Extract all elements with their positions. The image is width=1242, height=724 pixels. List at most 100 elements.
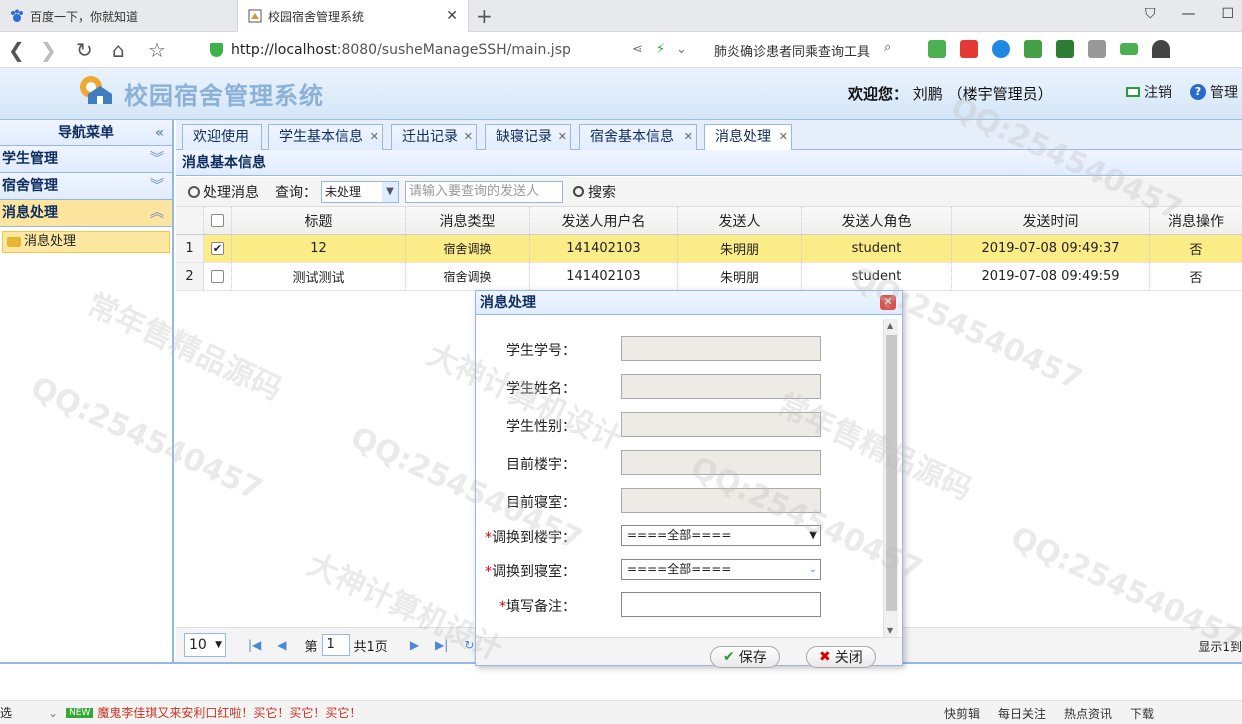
search-icon[interactable] [992, 40, 1010, 58]
select-all-checkbox[interactable] [211, 214, 224, 227]
close-icon[interactable]: ✕ [558, 125, 567, 149]
first-page-icon[interactable]: |◀ [248, 638, 261, 652]
search-button[interactable]: 搜索 [573, 182, 616, 202]
student-id-field [621, 336, 821, 361]
handle-message-button[interactable]: 处理消息 [188, 182, 259, 202]
maximize-icon[interactable]: ☐ [1221, 6, 1234, 22]
scroll-up-icon[interactable]: ▲ [887, 321, 893, 330]
close-icon[interactable]: ✕ [464, 125, 473, 149]
lightning-icon[interactable]: ⚡ [656, 42, 665, 57]
note-input[interactable] [621, 592, 821, 617]
main-tabs: 欢迎使用 学生基本信息 ✕ 迁出记录 ✕ 缺寝记录 ✕ 宿舍基本信息 ✕ 消息处理 ✕ [176, 120, 1242, 151]
dialog-scrollbar[interactable]: ▲ ▼ [883, 319, 898, 637]
row-number: 2 [176, 263, 204, 290]
status-item-news[interactable]: 热点资讯 [1064, 705, 1112, 722]
column-header[interactable]: 发送人 [678, 207, 802, 234]
close-button[interactable]: ✖ 关闭 [806, 646, 876, 668]
column-header[interactable]: 消息操作 [1150, 207, 1242, 234]
manage-button[interactable]: ? 管理 [1190, 82, 1238, 102]
target-building-select[interactable]: ====全部==== ▼ [621, 525, 821, 546]
new-tab-icon[interactable]: + [476, 4, 493, 28]
cross-icon: ✖ [819, 649, 831, 665]
apps-icon[interactable] [1088, 40, 1106, 58]
chevron-down-icon: ⌄ [808, 564, 817, 575]
extension-icon[interactable] [928, 40, 946, 58]
tab-dorm-info[interactable]: 宿舍基本信息 ✕ [579, 124, 697, 150]
prev-page-icon[interactable]: ◀ [277, 638, 286, 652]
collapse-icon[interactable]: « [155, 120, 164, 146]
page-size-select[interactable]: 10 ▼ [184, 633, 226, 657]
browser-status-bar: 选 ⌄ NEW 魔鬼李佳琪又来安利口红啦！买它！买它！买它！ 快剪辑 每日关注 … [0, 700, 1242, 724]
sidebar-group-dorm[interactable]: 宿舍管理 ︾ [0, 173, 172, 200]
target-room-select[interactable]: ====全部==== ⌄ [621, 559, 821, 580]
sidebar-item-message-handle[interactable]: 消息处理 [2, 231, 170, 253]
headphones-icon[interactable] [1152, 40, 1170, 58]
tab-message[interactable]: 消息处理 ✕ [704, 124, 792, 151]
cell-title: 12 [232, 235, 406, 262]
money-icon[interactable] [1056, 40, 1074, 58]
url-field[interactable]: http://localhost:8080/susheManageSSH/mai… [204, 36, 694, 64]
share-icon[interactable]: ⋖ [632, 42, 643, 57]
help-icon: ? [1190, 84, 1206, 100]
forward-icon[interactable]: ❯ [40, 38, 57, 62]
close-tab-icon[interactable]: ✕ [446, 8, 458, 24]
sidebar-group-label: 消息处理 [2, 205, 58, 221]
search-input[interactable]: 请输入要查询的发送人 [405, 180, 563, 203]
scroll-down-icon[interactable]: ▼ [887, 626, 893, 635]
page-number-input[interactable]: 1 [321, 634, 350, 656]
chevron-down-icon[interactable]: ⌄ [676, 42, 687, 57]
sidebar-group-student[interactable]: 学生管理 ︾ [0, 146, 172, 173]
tab-welcome[interactable]: 欢迎使用 [182, 124, 262, 150]
column-header[interactable]: 发送人角色 [802, 207, 952, 234]
dialog-title-text: 消息处理 [480, 295, 536, 311]
row-checkbox[interactable]: ✔ [211, 242, 224, 255]
column-header[interactable]: 发送人用户名 [530, 207, 678, 234]
browser-tab-title: 百度一下，你就知道 [30, 9, 139, 24]
game-icon[interactable] [1024, 40, 1042, 58]
sidebar-group-message[interactable]: 消息处理 ︽ [0, 200, 172, 227]
tab-student-info[interactable]: 学生基本信息 ✕ [268, 124, 383, 150]
next-page-icon[interactable]: ▶ [410, 638, 419, 652]
refresh-icon[interactable]: ↻ [464, 638, 474, 652]
logout-button[interactable]: 注销 [1126, 82, 1172, 102]
sidebar-group-label: 学生管理 [2, 151, 58, 167]
last-page-icon[interactable]: ▶| [435, 638, 448, 652]
status-item-download[interactable]: 下载 [1130, 705, 1154, 722]
search-icon[interactable]: ⌕ [884, 40, 891, 55]
column-header[interactable]: 标题 [232, 207, 406, 234]
close-icon[interactable]: ✕ [370, 125, 379, 149]
reload-icon[interactable]: ↻ [76, 38, 93, 62]
browser-tab-active[interactable]: 校园宿舍管理系统 ✕ [237, 0, 469, 32]
star-icon[interactable]: ☆ [148, 38, 166, 62]
home-icon[interactable]: ⌂ [112, 38, 125, 62]
chevron-down-icon[interactable]: ⌄ [48, 706, 58, 720]
shirt-icon[interactable]: ⛉ [1145, 6, 1156, 22]
back-icon[interactable]: ❮ [8, 38, 25, 62]
save-label: 保存 [738, 650, 767, 666]
browser-tab-baidu[interactable]: 百度一下，你就知道 [0, 0, 236, 32]
column-header[interactable]: 消息类型 [406, 207, 530, 234]
tab-absence[interactable]: 缺寝记录 ✕ [485, 124, 571, 150]
tab-moveout[interactable]: 迁出记录 ✕ [391, 124, 477, 150]
status-item-daily[interactable]: 每日关注 [998, 705, 1046, 722]
save-button[interactable]: ✔ 保存 [710, 646, 780, 668]
close-icon[interactable]: ✕ [779, 125, 788, 149]
close-icon[interactable]: ✕ [684, 125, 693, 149]
check-icon: ✔ [723, 649, 735, 665]
table-row[interactable]: 1 ✔ 12 宿舍调换 141402103 朱明朋 student 2019-0… [176, 235, 1242, 263]
news-ticker[interactable]: 魔鬼李佳琪又来安利口红啦！买它！买它！买它！ [97, 704, 361, 721]
scroll-thumb[interactable] [886, 335, 897, 611]
status-select[interactable]: 未处理 ▼ [321, 180, 399, 203]
status-item-quick-edit[interactable]: 快剪辑 [944, 705, 980, 722]
battery-icon[interactable] [1120, 43, 1138, 55]
row-checkbox[interactable] [211, 270, 224, 283]
column-header[interactable]: 发送时间 [952, 207, 1150, 234]
cut-icon[interactable] [960, 40, 978, 58]
student-id-label: 学生学号： [506, 343, 576, 359]
new-badge: NEW [66, 707, 94, 718]
search-engine-box[interactable]: 肺炎确诊患者同乘查询工具 [714, 41, 870, 60]
minimize-icon[interactable]: — [1181, 6, 1195, 22]
close-icon[interactable]: ✕ [880, 295, 896, 310]
address-bar: ❮ ❯ ↻ ⌂ ☆ http://localhost:8080/susheMan… [0, 32, 1242, 68]
table-row[interactable]: 2 测试测试 宿舍调换 141402103 朱明朋 student 2019-0… [176, 263, 1242, 291]
